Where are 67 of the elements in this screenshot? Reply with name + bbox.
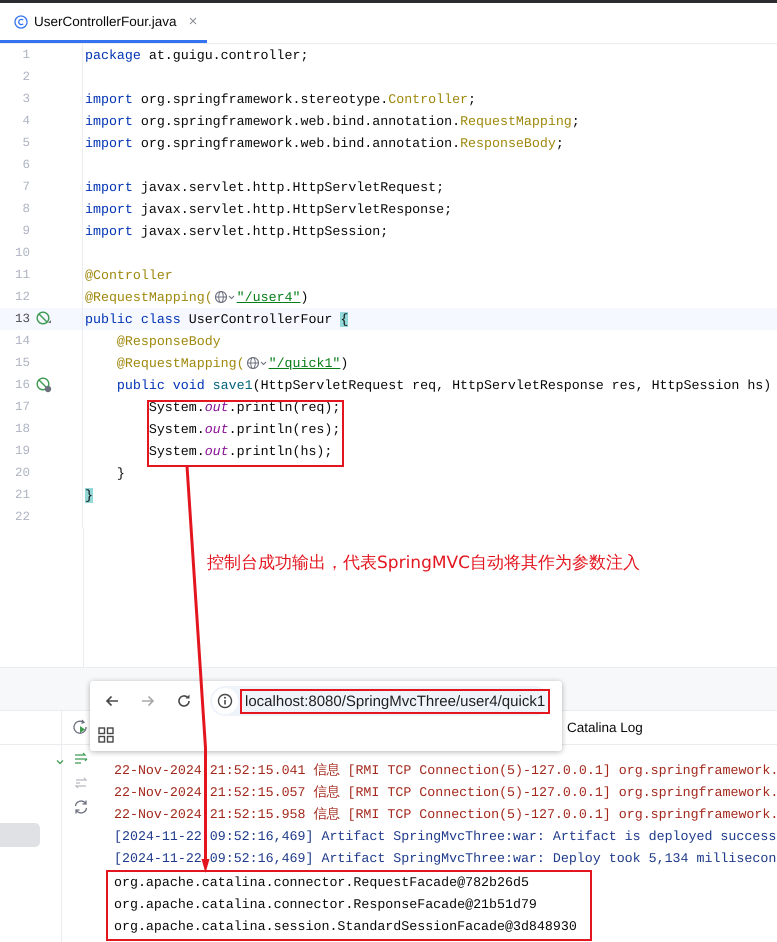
line-number: 8 xyxy=(21,202,30,216)
console-line: 22-Nov-2024 21:52:15.041 信息 [RMI TCP Connection(5)-127.0.0.1] org.springframework. xyxy=(114,762,777,780)
console-line: org.apache.catalina.session.StandardSessionFacade@3d848930 xyxy=(114,918,578,936)
line-number: 3 xyxy=(21,92,30,106)
line-number: 18 xyxy=(14,422,30,436)
code-text: import org.springframework.web.bind.annotation.RequestMapping; xyxy=(85,114,580,128)
line-number: 2 xyxy=(21,70,30,84)
code-text: "/user4") xyxy=(236,290,308,304)
code-text: @ResponseBody xyxy=(116,334,221,348)
console-line: [2024-11-22 09:52:16,469] Artifact SpringMvcThree:war: Deploy took 5,134 millisecon xyxy=(114,850,777,868)
console-line: 22-Nov-2024 21:52:15.057 信息 [RMI TCP Connection(5)-127.0.0.1] org.springframework. xyxy=(114,784,777,802)
line-number: 15 xyxy=(14,356,30,370)
line-number: 20 xyxy=(14,466,30,480)
console-line: org.apache.catalina.connector.ResponseFacade@21b51d79 xyxy=(114,896,538,914)
code-text: } xyxy=(85,488,93,502)
line-number: 13 xyxy=(14,312,30,326)
line-number: 19 xyxy=(14,444,30,458)
line-number: 1 xyxy=(21,48,30,62)
code-text: "/quick1") xyxy=(268,356,348,370)
tool-tab[interactable]: Catalina Log xyxy=(567,720,643,735)
globe-icon[interactable] xyxy=(246,356,268,370)
line-number: 16 xyxy=(14,378,30,392)
forward-icon xyxy=(140,693,156,709)
refresh-icon[interactable] xyxy=(73,799,89,815)
line-number: 12 xyxy=(14,290,30,304)
line-number: 7 xyxy=(21,180,30,194)
code-text: import org.springframework.web.bind.annotation.ResponseBody; xyxy=(85,136,564,150)
line-number: 14 xyxy=(14,334,30,348)
code-text: public class UserControllerFour { xyxy=(85,312,348,326)
code-text: @Controller xyxy=(85,268,173,282)
line-number: 9 xyxy=(21,224,30,238)
line-number: 21 xyxy=(14,488,30,502)
code-text: System.out.println(req); xyxy=(148,400,340,414)
editor-tab[interactable]: UserControllerFour.java × xyxy=(0,3,208,43)
code-text: } xyxy=(116,466,125,480)
class-file-icon xyxy=(14,14,28,28)
annotation-text: 控制台成功输出，代表SpringMVC自动将其作为参数注入 xyxy=(207,552,640,574)
code-text: import javax.servlet.http.HttpServletResponse; xyxy=(85,202,452,216)
code-text: public void save1(HttpServletRequest req, HttpServletResponse res, HttpSession hs) xyxy=(116,378,772,392)
code-text: System.out.println(hs); xyxy=(148,444,332,458)
code-text: import javax.servlet.http.HttpSession; xyxy=(85,224,388,238)
back-icon xyxy=(104,693,120,709)
console-line: org.apache.catalina.connector.RequestFacade@782b26d5 xyxy=(114,874,530,892)
code-text: import javax.servlet.http.HttpServletRequest; xyxy=(85,180,444,194)
line-number: 4 xyxy=(21,114,30,128)
address-field[interactable]: localhost:8080/SpringMvcThree/user4/quick1 xyxy=(240,688,550,714)
line-number: 11 xyxy=(14,268,30,282)
line-number: 17 xyxy=(14,400,30,414)
code-text: package at.guigu.controller; xyxy=(85,48,308,62)
reload-icon xyxy=(176,693,192,709)
line-number: 6 xyxy=(21,158,30,172)
line-number: 10 xyxy=(14,246,30,260)
apps-grid-icon[interactable] xyxy=(98,727,114,743)
info-icon xyxy=(217,693,233,709)
site-info-button[interactable] xyxy=(212,688,238,714)
code-text: import org.springframework.stereotype.Controller; xyxy=(85,92,476,106)
code-text: System.out.println(res); xyxy=(148,422,340,436)
console-line: 22-Nov-2024 21:52:15.958 信息 [RMI TCP Connection(5)-127.0.0.1] org.springframework. xyxy=(114,806,777,824)
line-number: 5 xyxy=(21,136,30,150)
line-number: 22 xyxy=(14,510,30,524)
globe-icon[interactable] xyxy=(214,290,236,304)
console-line: [2024-11-22 09:52:16,469] Artifact SpringMvcThree:war: Artifact is deployed success xyxy=(114,828,777,846)
bean-gutter-icon[interactable] xyxy=(36,311,52,327)
code-text: @RequestMapping( xyxy=(85,290,213,304)
bean-gutter-icon[interactable] xyxy=(36,377,52,393)
chevron-icon[interactable] xyxy=(56,758,64,766)
code-text: @RequestMapping( xyxy=(116,356,245,370)
